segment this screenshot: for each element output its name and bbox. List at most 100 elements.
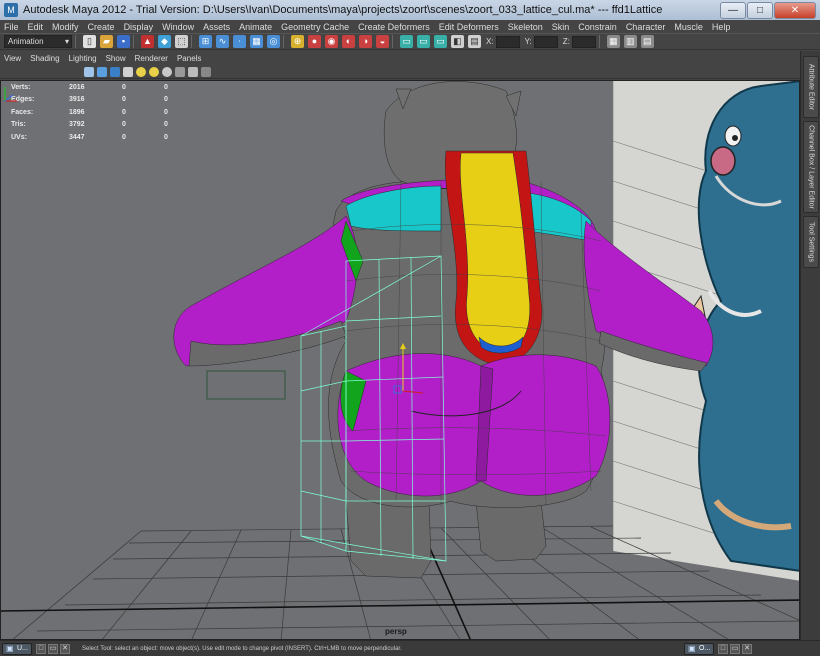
channel-box-toggle-icon[interactable]: ▤: [640, 35, 654, 48]
menu-create[interactable]: Create: [88, 22, 115, 32]
wireframe-icon[interactable]: [84, 66, 94, 77]
menu-window[interactable]: Window: [162, 22, 194, 32]
select-by-object-icon[interactable]: ◆: [158, 35, 171, 48]
menu-assets[interactable]: Assets: [203, 22, 230, 32]
open-scene-icon[interactable]: ▰: [100, 35, 113, 48]
taskbar-button-left[interactable]: U...: [2, 643, 32, 655]
close-icon[interactable]: ✕: [60, 644, 70, 654]
hud-value: 0: [164, 96, 168, 104]
menu-edit[interactable]: Edit: [28, 22, 44, 32]
minimize-button[interactable]: —: [720, 1, 746, 19]
viewport-scene[interactable]: [1, 81, 800, 640]
tool-settings-tab-label: Tool Settings: [807, 221, 815, 263]
snap-grid-icon[interactable]: ⊞: [199, 35, 212, 48]
sidebar-toggle-icon[interactable]: ▤: [468, 35, 481, 48]
restore-icon[interactable]: □: [718, 644, 728, 654]
menu-constrain[interactable]: Constrain: [578, 22, 617, 32]
xray-icon[interactable]: [188, 66, 198, 77]
snap-point-icon[interactable]: ⋅: [233, 35, 246, 48]
use-all-lights-icon[interactable]: [136, 66, 146, 77]
hud-label: Faces:: [11, 108, 34, 116]
isolate-select-icon[interactable]: [175, 66, 185, 77]
grid-axis-x: [1, 599, 799, 612]
smooth-shade-icon[interactable]: [97, 66, 107, 77]
textured-icon[interactable]: [123, 66, 133, 77]
hud-value: 0: [122, 96, 126, 104]
menu-skin[interactable]: Skin: [552, 22, 570, 32]
menu-skeleton[interactable]: Skeleton: [508, 22, 543, 32]
wireframe-on-shaded-icon[interactable]: [110, 66, 120, 77]
panel-menu-view[interactable]: View: [4, 54, 21, 63]
ipr-render-icon[interactable]: ◉: [325, 35, 338, 48]
perspective-viewport[interactable]: Verts: 2016 0 0 Edges: 3916 0 0 Faces: 1…: [0, 80, 800, 640]
channel-box-tab[interactable]: Channel Box / Layer Editor: [803, 121, 819, 213]
taskbar-button-right[interactable]: O...: [684, 643, 714, 655]
show-hide-icon[interactable]: ◧: [451, 35, 464, 48]
hud-value: 3447: [69, 133, 85, 141]
x-label: X:: [486, 37, 494, 46]
maximize-icon[interactable]: ▭: [48, 644, 58, 654]
panel-menu-panels[interactable]: Panels: [177, 54, 201, 63]
menu-animate[interactable]: Animate: [239, 22, 272, 32]
menu-edit-deformers[interactable]: Edit Deformers: [439, 22, 499, 32]
render-view-icon[interactable]: ◒: [376, 35, 389, 48]
render-settings-icon[interactable]: ◐: [342, 35, 355, 48]
menu-geometry-cache[interactable]: Geometry Cache: [281, 22, 349, 32]
new-scene-icon[interactable]: ▯: [83, 35, 96, 48]
ambient-occlusion-icon[interactable]: [162, 66, 172, 77]
hud-value: 0: [122, 83, 126, 91]
tool-settings-tab[interactable]: Tool Settings: [803, 216, 819, 268]
shadows-icon[interactable]: [149, 66, 159, 77]
hud-value: 0: [164, 108, 168, 116]
attribute-editor-tab[interactable]: Attribute Editor: [803, 56, 819, 118]
attribute-editor-toggle-icon[interactable]: ▦: [606, 35, 620, 48]
close-button[interactable]: ✕: [774, 1, 816, 19]
y-field[interactable]: [533, 35, 558, 48]
hud-value: 0: [122, 121, 126, 129]
maximize-button[interactable]: □: [747, 1, 773, 19]
menu-character[interactable]: Character: [626, 22, 666, 32]
camera-attributes-icon[interactable]: [201, 66, 211, 77]
maximize-icon[interactable]: ▭: [730, 644, 740, 654]
panel-menu-renderer[interactable]: Renderer: [135, 54, 168, 63]
construction-history-icon[interactable]: ⊕: [291, 35, 304, 48]
render-current-frame-icon[interactable]: ●: [308, 35, 321, 48]
restore-icon[interactable]: □: [36, 644, 46, 654]
hud-value: 0: [122, 108, 126, 116]
view-axis-icon: [4, 87, 17, 102]
panel-menu-shading[interactable]: Shading: [30, 54, 59, 63]
panel-menu-lighting[interactable]: Lighting: [69, 54, 97, 63]
absolute-transform-icon[interactable]: ▭: [417, 35, 430, 48]
hud-label: UVs:: [11, 133, 27, 141]
x-field[interactable]: [495, 35, 520, 48]
select-by-hierarchy-icon[interactable]: ▲: [141, 35, 154, 48]
channel-box-tab-label: Channel Box / Layer Editor: [807, 125, 815, 209]
y-label: Y:: [524, 37, 532, 46]
hud-value: 2016: [69, 83, 85, 91]
z-field[interactable]: [571, 35, 596, 48]
hud-value: 3792: [69, 121, 85, 129]
menu-modify[interactable]: Modify: [52, 22, 79, 32]
lattice-base-box: [206, 370, 286, 400]
select-by-component-icon[interactable]: ⬚: [175, 35, 188, 48]
menu-set-dropdown[interactable]: Animation: [4, 35, 72, 48]
panel-menu-bar: View Shading Lighting Show Renderer Pane…: [0, 51, 800, 65]
hypershade-icon[interactable]: ◑: [359, 35, 372, 48]
save-scene-icon[interactable]: ▪: [117, 35, 130, 48]
hud-row-edges: Edges: 3916 0 0: [11, 94, 184, 107]
tool-settings-toggle-icon[interactable]: ▥: [623, 35, 637, 48]
menu-help[interactable]: Help: [712, 22, 731, 32]
menu-file[interactable]: File: [4, 22, 19, 32]
close-icon[interactable]: ✕: [742, 644, 752, 654]
input-line-icon[interactable]: ▭: [400, 35, 413, 48]
panel-menu-show[interactable]: Show: [106, 54, 126, 63]
menu-muscle[interactable]: Muscle: [674, 22, 703, 32]
panel-toolbar: [0, 65, 800, 79]
menu-display[interactable]: Display: [124, 22, 154, 32]
maya-app-icon[interactable]: M: [4, 3, 18, 17]
snap-view-plane-icon[interactable]: ▦: [250, 35, 263, 48]
menu-create-deformers[interactable]: Create Deformers: [358, 22, 430, 32]
make-live-icon[interactable]: ◎: [267, 35, 280, 48]
snap-curve-icon[interactable]: ∿: [216, 35, 229, 48]
rename-icon[interactable]: ▭: [434, 35, 447, 48]
